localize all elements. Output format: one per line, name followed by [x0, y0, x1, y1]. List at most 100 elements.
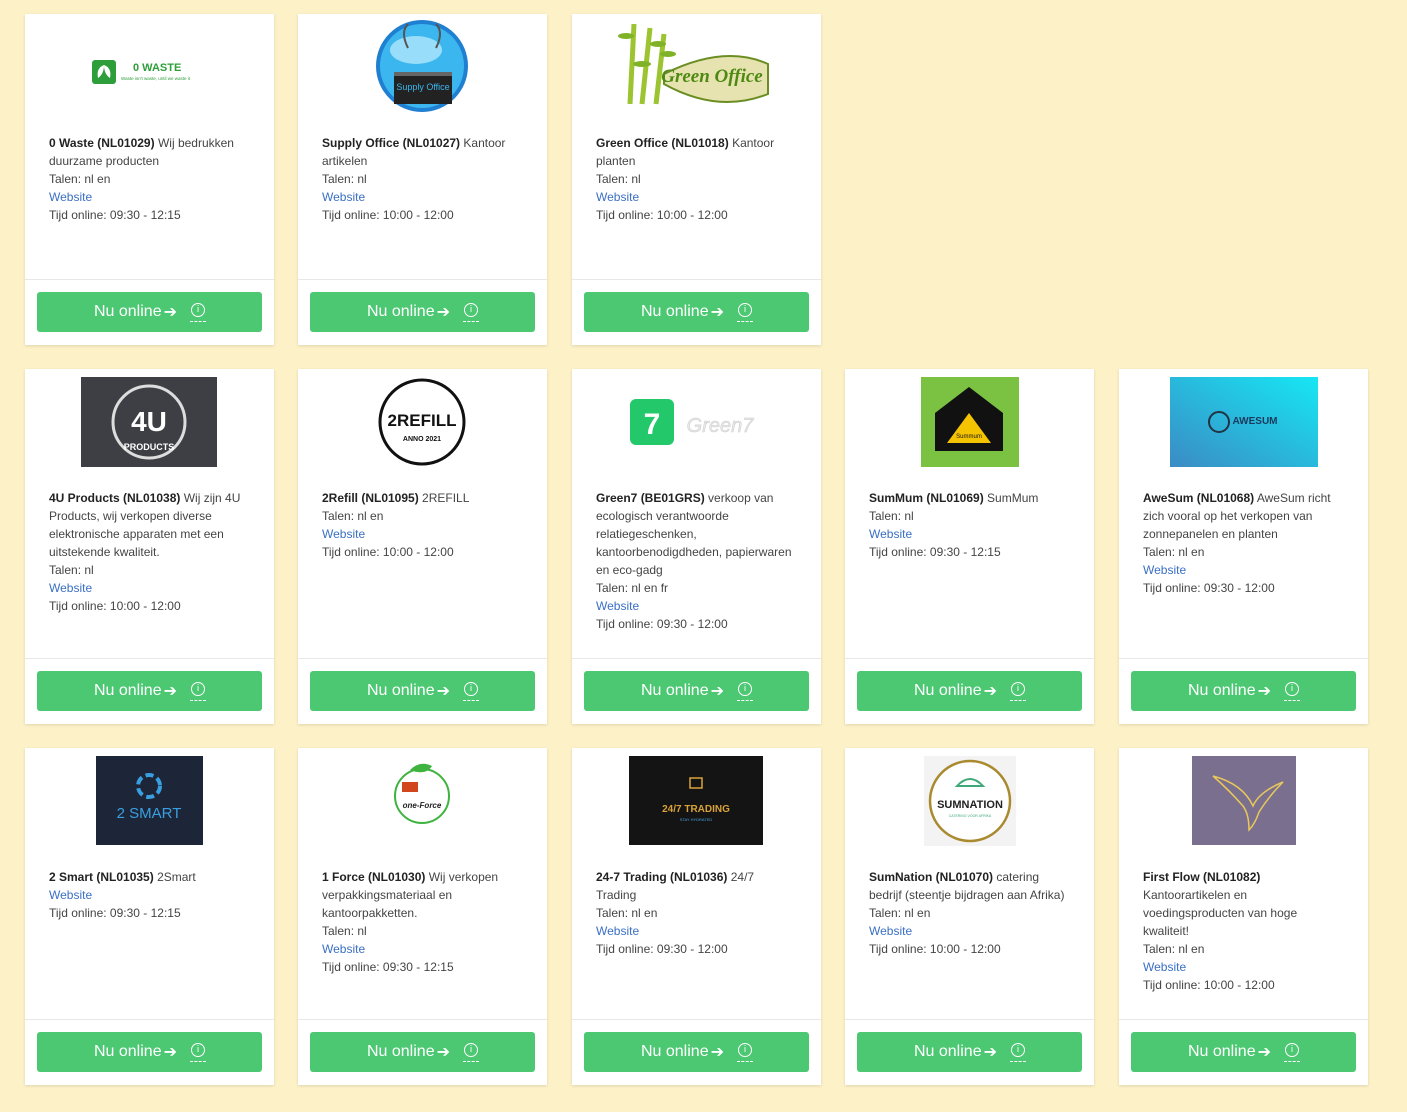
logo-text: Green7 — [687, 415, 755, 437]
arrow-right-icon: ➔ — [983, 1044, 997, 1061]
company-description: 2REFILL — [422, 491, 470, 505]
now-online-button[interactable]: Nu online ➔ i — [584, 292, 809, 332]
button-label: Nu online — [93, 1043, 162, 1060]
button-label: Nu online — [366, 1043, 435, 1060]
company-description: 2Smart — [157, 870, 196, 884]
online-time: Tijd online: 09:30 - 12:15 — [869, 545, 1001, 559]
company-languages: Talen: nl en fr — [596, 581, 669, 595]
website-link[interactable]: Website — [596, 190, 639, 204]
button-label: Nu online — [1187, 1043, 1256, 1060]
website-link[interactable]: Website — [1143, 563, 1186, 577]
website-link[interactable]: Website — [1143, 960, 1186, 974]
info-icon[interactable]: i — [737, 1043, 753, 1062]
info-icon[interactable]: i — [1284, 682, 1300, 701]
company-languages: Talen: nl en — [322, 509, 384, 523]
company-card: AWESUM AweSum (NL01068) AweSum richt zic… — [1119, 369, 1368, 724]
online-time: Tijd online: 09:30 - 12:15 — [322, 960, 454, 974]
company-languages: Talen: nl — [322, 172, 367, 186]
website-link[interactable]: Website — [596, 924, 639, 938]
company-logo: 0 WASTE Waste isn't waste, until we wast… — [25, 14, 274, 134]
logo-subtext: CATERING VOOR AFRIKA — [949, 814, 992, 818]
now-online-button[interactable]: Nu online ➔ i — [857, 671, 1082, 711]
button-label: Nu online — [93, 682, 162, 699]
website-link[interactable]: Website — [322, 190, 365, 204]
logo-text: 24/7 TRADING — [662, 804, 730, 815]
now-online-button[interactable]: Nu online ➔ i — [37, 671, 262, 711]
now-online-button[interactable]: Nu online ➔ i — [37, 292, 262, 332]
online-time: Tijd online: 10:00 - 12:00 — [596, 208, 728, 222]
info-icon[interactable]: i — [1010, 1043, 1026, 1062]
company-languages: Talen: nl — [322, 924, 367, 938]
company-card: one-Force 1 Force (NL01030) Wij verkopen… — [298, 748, 547, 1085]
info-icon[interactable]: i — [463, 1043, 479, 1062]
online-time: Tijd online: 10:00 - 12:00 — [322, 208, 454, 222]
button-label: Nu online — [1187, 682, 1256, 699]
arrow-right-icon: ➔ — [436, 683, 450, 700]
website-link[interactable]: Website — [869, 527, 912, 541]
website-link[interactable]: Website — [322, 527, 365, 541]
info-icon[interactable]: i — [463, 682, 479, 701]
logo-text: one-Force — [403, 801, 442, 810]
company-logo: Supply Office — [298, 14, 547, 134]
now-online-button[interactable]: Nu online ➔ i — [310, 1032, 535, 1072]
logo-subtext: ANNO 2021 — [403, 436, 441, 443]
info-icon[interactable]: i — [1284, 1043, 1300, 1062]
now-online-button[interactable]: Nu online ➔ i — [310, 292, 535, 332]
arrow-right-icon: ➔ — [710, 304, 724, 321]
company-name: 1 Force (NL01030) — [322, 870, 426, 884]
company-name: Green Office (NL01018) — [596, 136, 729, 150]
company-name: 2Refill (NL01095) — [322, 491, 419, 505]
button-label: Nu online — [913, 1043, 982, 1060]
company-card: 2REFILL ANNO 2021 2Refill (NL01095) 2REF… — [298, 369, 547, 724]
company-card: 7 Green7 Green7 (BE01GRS) verkoop van ec… — [572, 369, 821, 724]
company-logo: Green Office — [572, 14, 821, 134]
company-logo: AWESUM — [1119, 369, 1368, 489]
logo-text: SUMNATION — [937, 799, 1003, 811]
company-card: 0 WASTE Waste isn't waste, until we wast… — [25, 14, 274, 345]
website-link[interactable]: Website — [596, 599, 639, 613]
now-online-button[interactable]: Nu online ➔ i — [584, 671, 809, 711]
info-icon[interactable]: i — [463, 303, 479, 322]
now-online-button[interactable]: Nu online ➔ i — [584, 1032, 809, 1072]
company-logo: 24/7 TRADING STAY HYDRATED — [572, 748, 821, 868]
website-link[interactable]: Website — [49, 190, 92, 204]
arrow-right-icon: ➔ — [983, 683, 997, 700]
company-card: SUMNATION CATERING VOOR AFRIKA SumNation… — [845, 748, 1094, 1085]
company-logo: 2 SMART — [25, 748, 274, 868]
arrow-right-icon: ➔ — [710, 1044, 724, 1061]
button-label: Nu online — [366, 682, 435, 699]
company-languages: Talen: nl — [869, 509, 914, 523]
now-online-button[interactable]: Nu online ➔ i — [1131, 671, 1356, 711]
info-icon[interactable]: i — [737, 682, 753, 701]
online-time: Tijd online: 10:00 - 12:00 — [869, 942, 1001, 956]
info-icon[interactable]: i — [190, 682, 206, 701]
arrow-right-icon: ➔ — [1257, 1044, 1271, 1061]
website-link[interactable]: Website — [869, 924, 912, 938]
logo-text: 2 SMART — [117, 805, 182, 822]
website-link[interactable]: Website — [49, 888, 92, 902]
logo-subtext: STAY HYDRATED — [680, 817, 713, 822]
company-name: AweSum (NL01068) — [1143, 491, 1255, 505]
logo-text: 0 WASTE — [133, 62, 181, 74]
online-time: Tijd online: 10:00 - 12:00 — [322, 545, 454, 559]
info-icon[interactable]: i — [737, 303, 753, 322]
website-link[interactable]: Website — [322, 942, 365, 956]
website-link[interactable]: Website — [49, 581, 92, 595]
company-name: 24-7 Trading (NL01036) — [596, 870, 728, 884]
logo-subtext: PRODUCTS — [124, 442, 175, 452]
now-online-button[interactable]: Nu online ➔ i — [310, 671, 535, 711]
now-online-button[interactable]: Nu online ➔ i — [1131, 1032, 1356, 1072]
arrow-right-icon: ➔ — [163, 1044, 177, 1061]
info-icon[interactable]: i — [190, 1043, 206, 1062]
button-label: Nu online — [913, 682, 982, 699]
company-logo: 2REFILL ANNO 2021 — [298, 369, 547, 489]
info-icon[interactable]: i — [1010, 682, 1026, 701]
now-online-button[interactable]: Nu online ➔ i — [857, 1032, 1082, 1072]
arrow-right-icon: ➔ — [163, 304, 177, 321]
company-card: Summum SumMum (NL01069) SumMum Talen: nl… — [845, 369, 1094, 724]
logo-text: Green Office — [661, 66, 763, 87]
info-icon[interactable]: i — [190, 303, 206, 322]
company-card: Supply Office Supply Office (NL01027) Ka… — [298, 14, 547, 345]
company-languages: Talen: nl en — [1143, 545, 1205, 559]
now-online-button[interactable]: Nu online ➔ i — [37, 1032, 262, 1072]
